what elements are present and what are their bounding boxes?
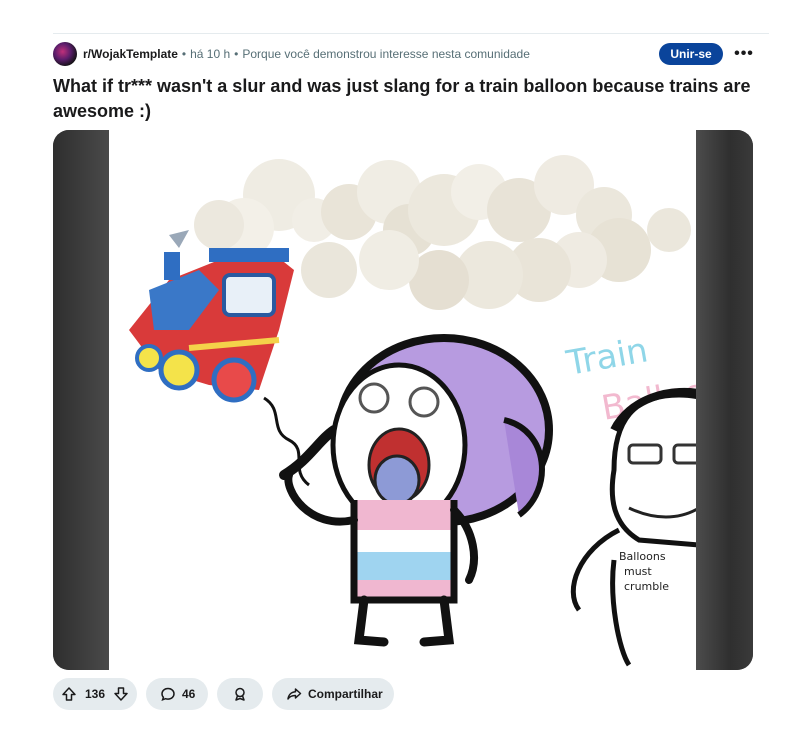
meta-separator: •: [234, 47, 239, 61]
meta-separator: •: [181, 47, 187, 61]
post-media[interactable]: Train Balloon ? Balloons must crumble: [53, 130, 753, 670]
train-balloon: [129, 230, 310, 487]
media-blur-right: [696, 130, 753, 670]
shirt-text-line2: must: [624, 565, 652, 578]
post-action-bar: 136 46 Compartilhar: [53, 678, 394, 710]
post-title[interactable]: What if tr*** wasn't a slur and was just…: [53, 74, 753, 124]
downvote-icon[interactable]: [113, 686, 129, 702]
divider: [53, 33, 769, 34]
award-button[interactable]: [217, 678, 263, 710]
comments-button[interactable]: 46: [146, 678, 208, 710]
join-button[interactable]: Unir-se: [659, 43, 723, 65]
comment-count: 46: [182, 687, 196, 701]
post-meta: r/WojakTemplate • há 10 h • Porque você …: [53, 42, 530, 66]
subreddit-avatar[interactable]: [53, 42, 77, 66]
post-time: há 10 h: [190, 47, 231, 61]
share-button[interactable]: Compartilhar: [272, 678, 394, 710]
recommendation-reason: Porque você demonstrou interesse nesta c…: [242, 47, 530, 61]
text-train: Train: [563, 330, 651, 384]
right-character: Balloons must crumble: [570, 387, 752, 667]
left-character: [279, 334, 553, 647]
award-icon: [232, 686, 248, 702]
share-icon: [286, 686, 302, 702]
subreddit-link[interactable]: r/WojakTemplate: [83, 47, 178, 61]
meme-illustration: Train Balloon ? Balloons must crumble: [129, 155, 752, 667]
share-label: Compartilhar: [308, 687, 383, 701]
post-card: r/WojakTemplate • há 10 h • Porque você …: [0, 0, 798, 746]
comment-icon: [160, 686, 176, 702]
shirt-text-line3: crumble: [624, 580, 669, 593]
upvote-icon[interactable]: [61, 686, 77, 702]
vote-count: 136: [84, 687, 106, 701]
meme-image: Train Balloon ? Balloons must crumble: [109, 130, 752, 670]
shirt-text-line1: Balloons: [619, 550, 666, 563]
media-blur-left: [53, 130, 109, 670]
vote-controls: 136: [53, 678, 137, 710]
more-options-icon[interactable]: •••: [733, 43, 755, 65]
